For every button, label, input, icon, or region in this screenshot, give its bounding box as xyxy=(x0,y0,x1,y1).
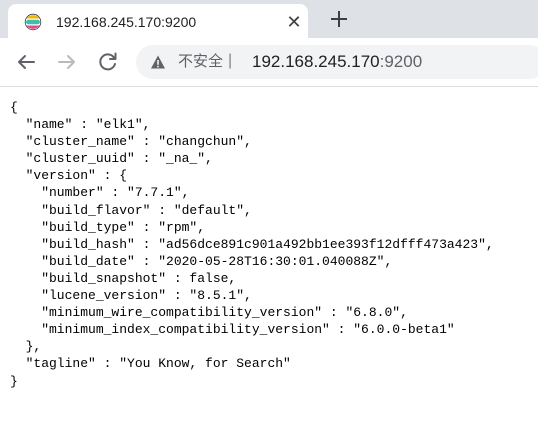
warning-icon xyxy=(151,55,165,69)
address-bar[interactable]: 不安全 | 192.168.245.170:9200 xyxy=(136,45,538,79)
json-line: "tagline" : "You Know, for Search" xyxy=(10,356,291,372)
json-line: "minimum_wire_compatibility_version" : "… xyxy=(10,305,408,321)
json-line: } xyxy=(10,373,18,389)
json-line: "cluster_uuid" : "_na_", xyxy=(10,151,213,167)
json-line: "build_flavor" : "default", xyxy=(10,202,252,218)
tab-strip: 192.168.245.170:9200 ✕ xyxy=(0,0,538,38)
json-line: "minimum_index_compatibility_version" : … xyxy=(10,322,455,338)
json-line: "lucene_version" : "8.5.1", xyxy=(10,288,252,304)
elastic-favicon-icon xyxy=(24,13,42,31)
url-port: :9200 xyxy=(379,52,423,71)
plus-icon[interactable] xyxy=(326,6,352,32)
security-label[interactable]: 不安全 xyxy=(178,53,223,71)
back-arrow-icon[interactable] xyxy=(14,50,38,74)
json-line: "build_type" : "rpm", xyxy=(10,219,206,235)
json-line: { xyxy=(10,100,18,115)
separator: | xyxy=(228,52,233,69)
json-line: "build_hash" : "ad56dce891c901a492bb1ee3… xyxy=(10,236,494,252)
json-line: "name" : "elk1", xyxy=(10,117,151,133)
json-line: "cluster_name" : "changchun", xyxy=(10,134,252,150)
browser-toolbar: 不安全 | 192.168.245.170:9200 xyxy=(0,38,538,87)
close-icon[interactable]: ✕ xyxy=(284,12,304,32)
json-line: "build_date" : "2020-05-28T16:30:01.0400… xyxy=(10,253,393,269)
json-line: }, xyxy=(10,339,42,355)
tab-title: 192.168.245.170:9200 xyxy=(56,14,197,30)
url-host: 192.168.245.170 xyxy=(252,52,380,71)
json-line: "version" : { xyxy=(10,168,128,184)
json-line: "number" : "7.7.1", xyxy=(10,185,190,201)
url-text[interactable]: 192.168.245.170:9200 xyxy=(252,51,422,73)
reload-icon[interactable] xyxy=(96,50,120,74)
forward-arrow-icon[interactable] xyxy=(55,50,79,74)
json-response: { "name" : "elk1", "cluster_name" : "cha… xyxy=(10,99,535,390)
browser-tab[interactable]: 192.168.245.170:9200 ✕ xyxy=(8,4,308,38)
json-line: "build_snapshot" : false, xyxy=(10,270,237,286)
